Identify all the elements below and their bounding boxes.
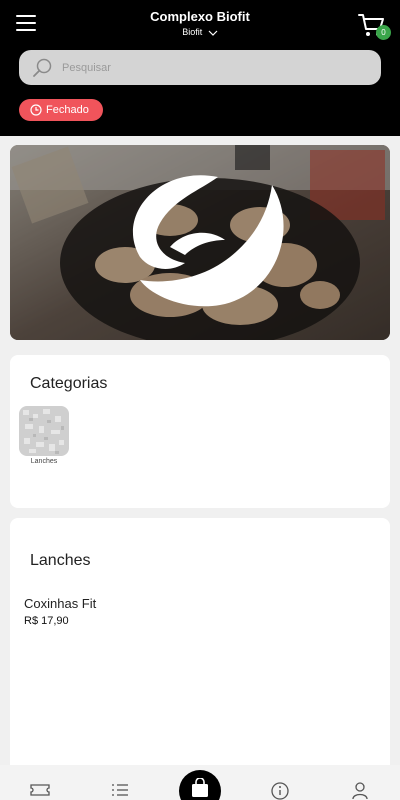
store-name: Complexo Biofit (150, 9, 250, 24)
banner-image (10, 145, 390, 340)
info-icon (271, 782, 289, 800)
products-section-title: Lanches (30, 552, 91, 569)
menu-button[interactable] (16, 14, 38, 32)
nav-profile[interactable] (352, 782, 368, 800)
list-icon (112, 784, 128, 796)
chevron-down-icon (208, 30, 218, 36)
product-name: Coxinhas Fit (24, 596, 97, 611)
app-header: Complexo Biofit Biofit 0 Fechado (0, 0, 400, 136)
product-price: R$ 17,90 (24, 615, 69, 627)
search-icon (33, 58, 52, 77)
shopping-bag-icon (192, 778, 208, 797)
menu-icon-bar (16, 29, 36, 31)
menu-icon-bar (16, 22, 36, 24)
status-label: Fechado (46, 104, 89, 116)
category-image (19, 406, 69, 456)
nav-info[interactable] (271, 782, 289, 800)
nav-orders[interactable] (111, 782, 129, 800)
store-banner (10, 145, 390, 340)
clock-icon (30, 104, 42, 116)
store-selector-label: Biofit (182, 27, 203, 37)
search-bar[interactable] (19, 50, 381, 85)
store-selector[interactable]: Biofit (150, 27, 250, 37)
category-thumbnail[interactable] (19, 406, 69, 456)
menu-icon (16, 15, 36, 17)
product-item[interactable]: Coxinhas Fit R$ 17,90 (24, 596, 224, 636)
cart-button[interactable]: 0 (358, 12, 391, 42)
products-card: Lanches Coxinhas Fit R$ 17,90 (10, 518, 390, 780)
category-label[interactable]: Lanches (19, 458, 69, 465)
status-badge: Fechado (19, 99, 103, 121)
categories-card: Categorias Lanches (10, 355, 390, 508)
search-input[interactable] (62, 50, 362, 85)
ticket-icon (30, 784, 50, 796)
user-icon (352, 782, 368, 800)
nav-tickets[interactable] (30, 782, 50, 800)
categories-title: Categorias (30, 375, 108, 392)
cart-count-badge: 0 (376, 25, 391, 40)
